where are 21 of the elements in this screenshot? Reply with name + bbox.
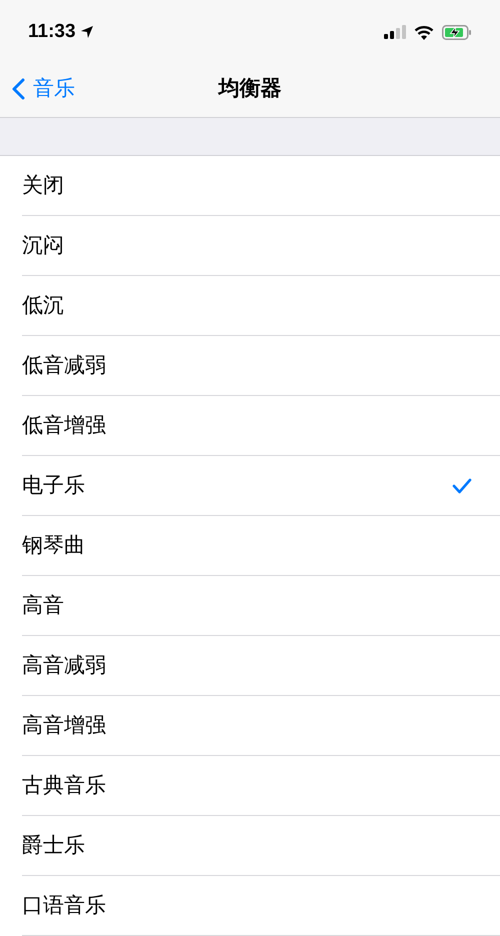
signal-icon — [384, 25, 406, 39]
equalizer-option[interactable]: 电子乐 — [0, 456, 500, 516]
status-time: 11:33 — [28, 20, 76, 44]
equalizer-option[interactable]: 钢琴曲 — [0, 516, 500, 576]
equalizer-option[interactable]: 关闭 — [0, 156, 500, 216]
equalizer-option[interactable]: 低沉 — [0, 276, 500, 336]
equalizer-option[interactable]: 高音减弱 — [0, 636, 500, 696]
equalizer-option[interactable]: 高音增强 — [0, 696, 500, 756]
equalizer-option[interactable]: 古典音乐 — [0, 756, 500, 816]
equalizer-option[interactable]: 高音 — [0, 576, 500, 636]
back-chevron-icon — [12, 78, 25, 100]
equalizer-option[interactable]: 低音增强 — [0, 396, 500, 456]
equalizer-option[interactable]: 爵士乐 — [0, 816, 500, 876]
wifi-icon — [414, 24, 434, 40]
back-button[interactable]: 音乐 — [0, 72, 75, 104]
equalizer-option[interactable]: 沉闷 — [0, 216, 500, 276]
equalizer-option[interactable]: 低音减弱 — [0, 336, 500, 396]
location-icon — [80, 25, 94, 39]
battery-charging-icon — [442, 24, 472, 40]
page-title: 均衡器 — [218, 76, 282, 102]
equalizer-option[interactable]: 口语音乐 — [0, 876, 500, 936]
